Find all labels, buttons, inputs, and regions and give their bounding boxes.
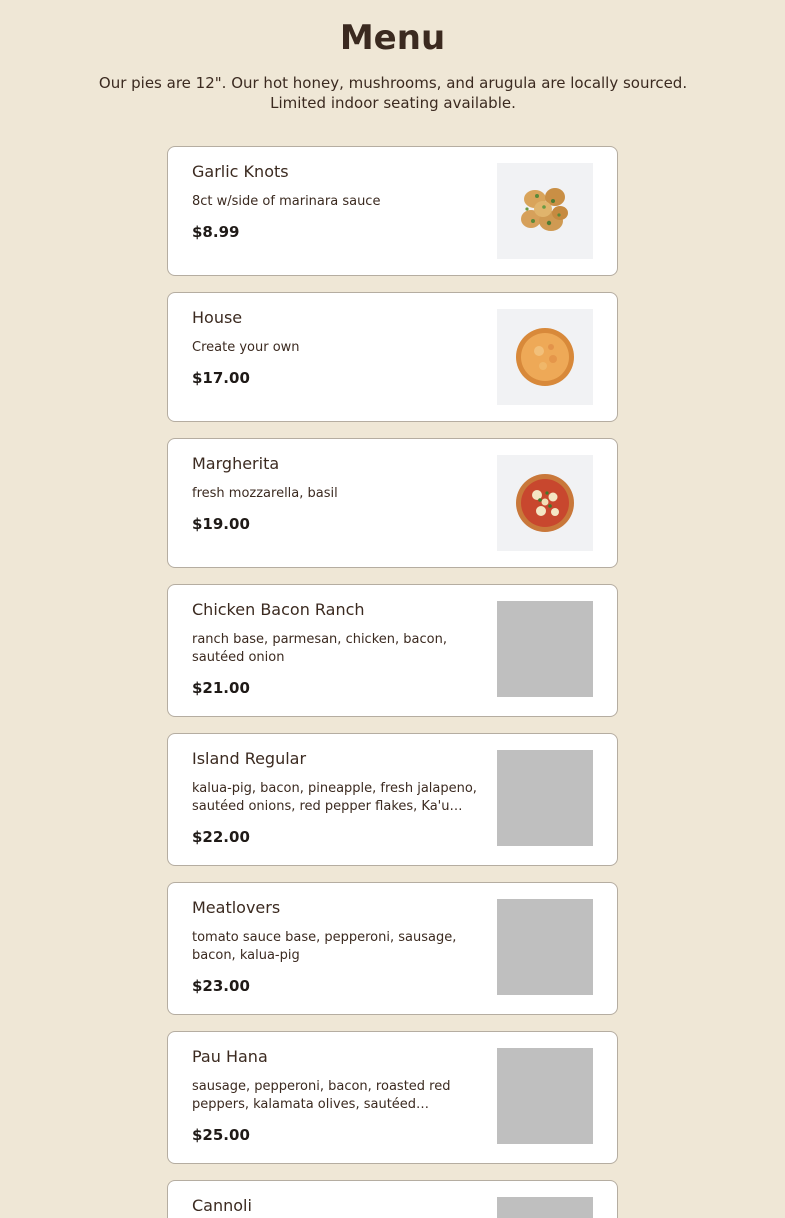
image-placeholder bbox=[497, 750, 593, 846]
image-placeholder bbox=[497, 1197, 593, 1218]
image-placeholder bbox=[497, 899, 593, 995]
menu-item-card[interactable]: Garlic Knots 8ct w/side of marinara sauc… bbox=[167, 146, 618, 276]
menu-item-card[interactable]: Island Regular kalua-pig, bacon, pineapp… bbox=[167, 733, 618, 866]
menu-item-price: $25.00 bbox=[192, 1126, 250, 1144]
menu-item-description: 8ct w/side of marinara sauce bbox=[192, 194, 381, 209]
image-placeholder bbox=[497, 601, 593, 697]
menu-item-price: $23.00 bbox=[192, 977, 250, 995]
menu-item-description: sausage, pepperoni, bacon, roasted red p… bbox=[192, 1079, 451, 1112]
menu-item-name: Pau Hana bbox=[192, 1047, 268, 1066]
menu-item-card[interactable]: Meatlovers tomato sauce base, pepperoni,… bbox=[167, 882, 618, 1015]
menu-item-description: fresh mozzarella, basil bbox=[192, 486, 338, 501]
menu-item-description: tomato sauce base, pepperoni, sausage, b… bbox=[192, 930, 457, 963]
menu-item-price: $8.99 bbox=[192, 223, 240, 241]
menu-item-name: Island Regular bbox=[192, 749, 307, 768]
menu-item-card[interactable]: Margherita fresh mozzarella, basil $19.0… bbox=[167, 438, 618, 568]
menu-item-price: $22.00 bbox=[192, 828, 250, 846]
menu-item-price: $21.00 bbox=[192, 679, 250, 697]
menu-item-name: Cannoli bbox=[192, 1196, 252, 1215]
menu-item-name: House bbox=[192, 308, 243, 327]
menu-list: Garlic Knots 8ct w/side of marinara sauc… bbox=[167, 146, 618, 1218]
menu-page: Menu Our pies are 12". Our hot honey, mu… bbox=[0, 0, 785, 1218]
menu-item-name: Meatlovers bbox=[192, 898, 281, 917]
menu-item-name: Garlic Knots bbox=[192, 162, 289, 181]
menu-intro: Our pies are 12". Our hot honey, mushroo… bbox=[98, 74, 688, 112]
menu-item-card[interactable]: Cannoli bbox=[167, 1180, 618, 1218]
menu-item-description: kalua-pig, bacon, pineapple, fresh jalap… bbox=[192, 781, 477, 814]
garlic-knots-image bbox=[497, 163, 593, 259]
image-placeholder bbox=[497, 1048, 593, 1144]
page-title: Menu bbox=[339, 18, 446, 58]
menu-item-description: Create your own bbox=[192, 340, 300, 355]
cheese-pizza-image bbox=[497, 309, 593, 405]
menu-item-card[interactable]: House Create your own $17.00 bbox=[167, 292, 618, 422]
menu-item-price: $17.00 bbox=[192, 369, 250, 387]
menu-item-name: Chicken Bacon Ranch bbox=[192, 600, 365, 619]
menu-item-card[interactable]: Chicken Bacon Ranch ranch base, parmesan… bbox=[167, 584, 618, 717]
menu-item-name: Margherita bbox=[192, 454, 280, 473]
margherita-pizza-image bbox=[497, 455, 593, 551]
menu-item-card[interactable]: Pau Hana sausage, pepperoni, bacon, roas… bbox=[167, 1031, 618, 1164]
menu-item-description: ranch base, parmesan, chicken, bacon, sa… bbox=[192, 632, 447, 665]
menu-item-price: $19.00 bbox=[192, 515, 250, 533]
